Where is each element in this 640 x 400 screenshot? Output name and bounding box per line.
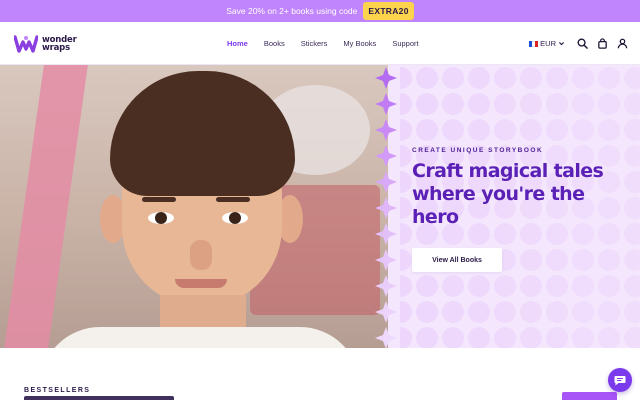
shopping-bag-icon[interactable] — [596, 38, 608, 50]
search-icon[interactable] — [576, 38, 588, 50]
user-icon[interactable] — [616, 38, 628, 50]
currency-label: EUR — [540, 39, 556, 48]
header-actions: EUR — [529, 22, 628, 65]
logo-wordmark: wonder wraps — [42, 36, 77, 53]
promo-code-badge[interactable]: EXTRA20 — [363, 2, 414, 20]
logo[interactable]: wonder wraps — [14, 35, 77, 53]
hero-section: CREATE UNIQUE STORYBOOK Craft magical ta… — [0, 65, 640, 348]
hero-text-panel: CREATE UNIQUE STORYBOOK Craft magical ta… — [388, 65, 640, 348]
hero-tagline: CREATE UNIQUE STORYBOOK — [412, 147, 544, 154]
view-all-books-button[interactable]: View All Books — [412, 248, 502, 272]
nav-support[interactable]: Support — [392, 39, 418, 48]
main-nav: Home Books Stickers My Books Support — [227, 22, 419, 65]
logo-word-2: wraps — [42, 43, 70, 53]
nav-my-books[interactable]: My Books — [343, 39, 376, 48]
france-flag-icon — [529, 40, 539, 47]
scallop-edge-decoration — [375, 65, 400, 348]
bestsellers-label: BESTSELLERS — [24, 387, 91, 394]
currency-selector[interactable]: EUR — [529, 39, 565, 48]
nav-books[interactable]: Books — [264, 39, 285, 48]
nav-stickers[interactable]: Stickers — [301, 39, 328, 48]
site-header: wonder wraps Home Books Stickers My Book… — [0, 22, 640, 65]
promo-bar: Save 20% on 2+ books using code EXTRA20 — [0, 0, 640, 22]
chat-bubble-icon[interactable] — [608, 368, 632, 392]
hero-headline: Craft magical tales where you're the her… — [412, 160, 604, 228]
nav-home[interactable]: Home — [227, 39, 248, 48]
bestsellers-heading — [24, 396, 174, 400]
hero-child-photo — [0, 65, 390, 348]
promo-text: Save 20% on 2+ books using code — [226, 6, 358, 16]
logo-icon — [14, 35, 38, 53]
chevron-down-icon — [559, 42, 564, 46]
bestsellers-view-button[interactable] — [562, 392, 617, 400]
